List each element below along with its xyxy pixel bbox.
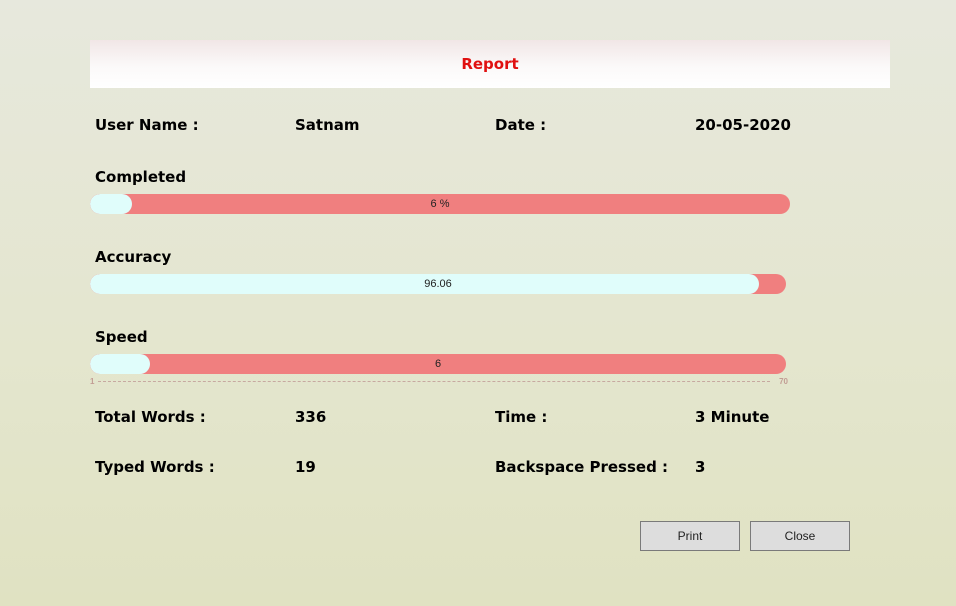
time-label: Time : [495,408,548,426]
typed-words-value: 19 [295,458,316,476]
date-label: Date : [495,116,547,134]
completed-label: Completed [95,168,187,186]
speed-label: Speed [95,328,148,346]
close-button[interactable]: Close [750,521,850,551]
report-header: Report [90,40,890,88]
completed-progress-bar: 6 % [90,194,790,214]
total-words-label: Total Words : [95,408,206,426]
speed-scale-line [98,381,770,382]
backspace-pressed-value: 3 [695,458,706,476]
accuracy-label: Accuracy [95,248,172,266]
print-button[interactable]: Print [640,521,740,551]
time-value: 3 Minute [695,408,770,426]
typed-words-label: Typed Words : [95,458,215,476]
speed-scale-min: 1 [90,377,95,386]
speed-scale-max: 70 [779,377,788,386]
user-name-label: User Name : [95,116,199,134]
accuracy-progress-text: 96.06 [424,278,452,290]
speed-scale: 1 70 [90,377,788,387]
report-title: Report [461,55,519,73]
date-value: 20-05-2020 [695,116,791,134]
speed-progress-text: 6 [434,358,442,370]
user-name-value: Satnam [295,116,360,134]
total-words-value: 336 [295,408,327,426]
completed-progress-text: 6 % [430,198,450,210]
backspace-pressed-label: Backspace Pressed : [495,458,669,476]
accuracy-progress-bar: 96.06 [90,274,786,294]
speed-progress-bar: 6 [90,354,786,374]
